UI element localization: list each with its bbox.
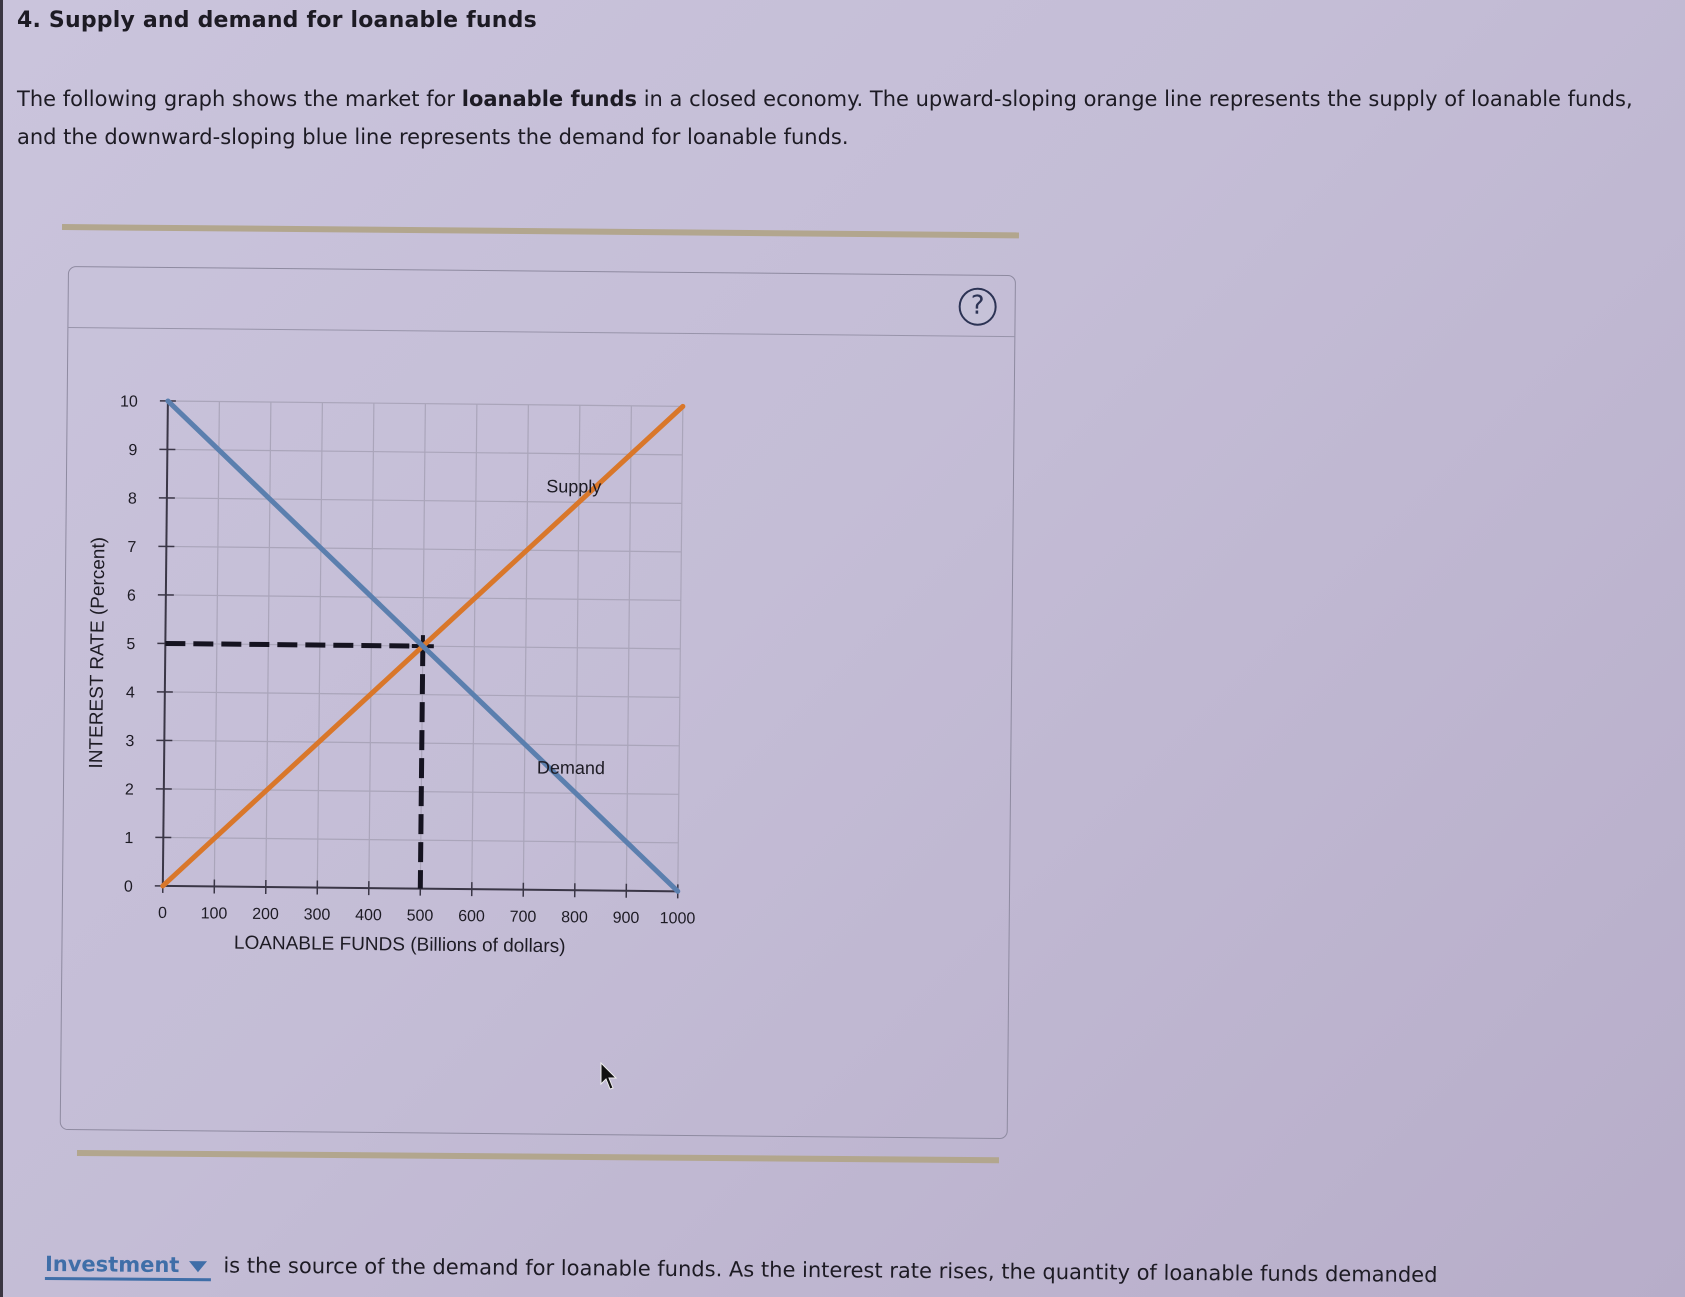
y-tick-label: 9 [128, 442, 137, 459]
y-tick-label: 8 [128, 491, 137, 508]
sentence-text: is the source of the demand for loanable… [223, 1253, 1438, 1287]
y-tick-label: 1 [124, 830, 133, 847]
y-tick-label: 2 [125, 782, 134, 799]
x-tick-label: 100 [201, 905, 228, 922]
x-tick-label: 700 [510, 909, 537, 926]
intro-bold-term: loanable funds [461, 87, 638, 111]
x-tick-label: 1000 [660, 910, 696, 927]
question-mark-icon: ? [970, 290, 985, 321]
x-tick-label: 600 [458, 908, 485, 925]
y-tick-label: 5 [126, 636, 135, 653]
series-labels: Supply Demand [537, 476, 605, 778]
x-tick-label: 300 [304, 906, 331, 923]
series-label-demand: Demand [537, 757, 605, 778]
demand-source-dropdown[interactable]: Investment [44, 1252, 212, 1282]
mouse-cursor [600, 1061, 620, 1096]
x-tick-label: 200 [252, 906, 279, 923]
y-tick-label: 7 [127, 539, 136, 556]
cursor-arrow-icon [600, 1061, 618, 1090]
chevron-down-icon [189, 1260, 208, 1272]
y-tick-label: 3 [125, 733, 134, 750]
y-tick-label: 10 [120, 393, 138, 410]
x-tick-label: 900 [613, 910, 640, 927]
help-button[interactable]: ? [958, 287, 997, 326]
answer-sentence: Investment is the source of the demand fo… [44, 1252, 1438, 1291]
dropdown-selected-value: Investment [44, 1252, 180, 1278]
y-tick-label: 4 [126, 685, 135, 702]
y-tick-label: 6 [127, 588, 136, 605]
y-tick-label: 0 [124, 879, 133, 896]
series-label-supply: Supply [546, 476, 601, 497]
graph-panel-header: ? [68, 267, 1015, 338]
loanable-funds-chart[interactable]: 0123456789100 100 200 300 400 500 600 700 800 900… [69, 390, 776, 1037]
x-tick-label: 500 [407, 907, 434, 924]
divider-bottom [76, 1150, 999, 1164]
x-tick-label: 800 [561, 909, 588, 926]
chart-container: 0 1 2 3 4 5 6 7 8 9 10 0 100 200 300 400 500 600 700 800 900… [69, 390, 776, 1037]
intro-text-1: The following graph shows the market for [17, 87, 462, 111]
question-title: 4. Supply and demand for loanable funds [17, 8, 537, 33]
question-intro: The following graph shows the market for… [17, 80, 1637, 156]
equilibrium-quantity-dashed-line [417, 646, 426, 889]
y-axis-label: INTEREST RATE (Percent) [86, 537, 109, 769]
x-axis-label: LOANABLE FUNDS (Billions of dollars) [234, 933, 566, 957]
x-tick-label: 0 [158, 905, 167, 922]
x-tick-label: 400 [355, 907, 382, 924]
divider-top [61, 224, 1019, 239]
screen-edge [0, 0, 3, 1297]
